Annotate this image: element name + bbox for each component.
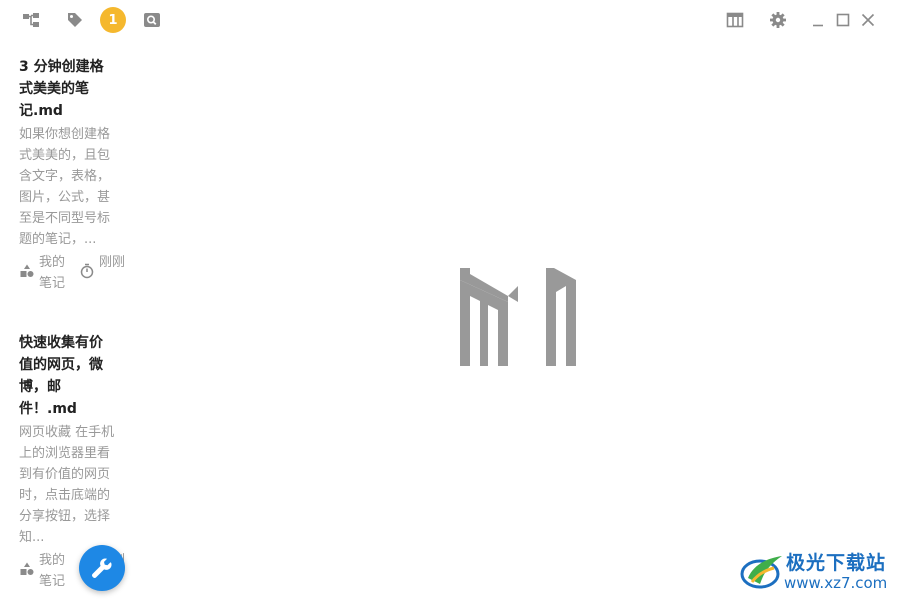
timer-icon: [80, 263, 94, 279]
gear-icon[interactable]: [766, 8, 790, 32]
note-time-label: 刚刚: [99, 255, 126, 270]
note-excerpt: 如果你想创建格式美美的，且包含文字，表格，图片，公式，甚至是不同型号标题的笔记，…: [19, 127, 111, 247]
shapes-icon: [20, 562, 34, 575]
watermark-brand: 极光下载站: [786, 552, 887, 574]
tree-view-icon[interactable]: [19, 8, 43, 32]
note-folder: 我的笔记: [19, 252, 67, 294]
toolbar: 1: [0, 0, 900, 40]
layout-icon[interactable]: [723, 8, 747, 32]
note-item[interactable]: 3 分钟创建格式美美的笔记.md 如果你想创建格式美美的，且包含文字，表格，图片…: [0, 48, 132, 294]
notification-badge[interactable]: 1: [100, 7, 126, 33]
maximize-icon[interactable]: [831, 8, 855, 32]
note-folder-label: 我的笔记: [39, 255, 66, 291]
close-icon[interactable]: [856, 8, 880, 32]
tag-icon[interactable]: [63, 8, 87, 32]
watermark-url: www.xz7.com: [784, 574, 888, 592]
shapes-icon: [20, 264, 34, 277]
note-folder: 我的笔记: [19, 550, 67, 592]
minimize-icon[interactable]: [806, 8, 830, 32]
note-excerpt: 网页收藏 在手机上的浏览器里看到有价值的网页时，点击底端的 分享按钮，选择 知.…: [19, 425, 115, 545]
note-title: 快速收集有价值的网页，微博，邮件！.md: [19, 335, 103, 417]
search-icon[interactable]: [140, 8, 164, 32]
tools-button[interactable]: [79, 545, 125, 591]
note-meta: 我的笔记 刚刚: [19, 252, 125, 294]
note-time: 刚刚: [79, 252, 127, 294]
note-folder-label: 我的笔记: [39, 553, 66, 589]
watermark: 极光下载站 www.xz7.com: [738, 548, 898, 594]
note-title: 3 分钟创建格式美美的笔记.md: [19, 59, 104, 119]
wrench-icon: [92, 558, 112, 578]
note-list: 3 分钟创建格式美美的笔记.md 如果你想创建格式美美的，且包含文字，表格，图片…: [0, 48, 132, 600]
watermark-logo-icon: [740, 556, 782, 589]
app-logo: [460, 268, 576, 366]
